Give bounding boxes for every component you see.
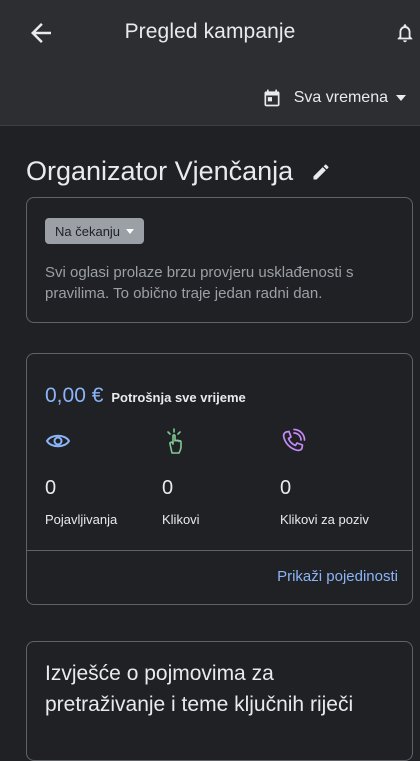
metric-label: Pojavljivanja	[45, 512, 118, 527]
campaign-name: Organizator Vjenčanja	[26, 156, 294, 186]
chevron-down-icon	[396, 94, 406, 101]
campaign-header: Organizator Vjenčanja	[26, 156, 331, 187]
metric-value: 0	[45, 477, 57, 499]
show-details-link[interactable]: Prikaži pojedinosti	[277, 568, 398, 585]
metric-label: Klikovi	[162, 512, 200, 527]
metric-impressions: 0 Pojavljivanja	[45, 428, 117, 527]
metric-value: 0	[280, 477, 292, 499]
metric-label: Klikovi za poziv	[280, 512, 369, 527]
tap-icon	[167, 428, 182, 454]
bell-icon[interactable]	[394, 20, 416, 46]
calendar-icon	[264, 89, 280, 106]
chevron-down-icon	[126, 228, 135, 234]
status-badge[interactable]: Na čekanju	[45, 218, 145, 244]
metric-value: 0	[162, 477, 174, 499]
spend-label: Potrošnja sve vrijeme	[111, 390, 246, 405]
metric-call-clicks: 0 Klikovi za poziv	[280, 428, 369, 527]
spend-summary: 0,00 € Potrošnja sve vrijeme	[45, 384, 246, 408]
date-range-dropdown[interactable]: Sva vremena	[262, 88, 406, 108]
eye-icon	[45, 434, 71, 448]
date-range-label: Sva vremena	[293, 88, 388, 106]
status-description: Svi oglasi prolaze brzu provjeru usklađe…	[45, 264, 354, 302]
app-bar: Pregled kampanje	[0, 0, 420, 70]
phone-call-icon	[282, 428, 306, 452]
status-chip-label: Na čekanju	[55, 223, 121, 239]
stats-card: 0,00 € Potrošnja sve vrijeme 0 Pojavljiv…	[26, 353, 413, 605]
pencil-icon[interactable]	[311, 162, 331, 182]
report-title: Izvješće o pojmovima za pretraživanje i …	[45, 662, 354, 716]
metric-clicks: 0 Klikovi	[162, 428, 200, 527]
divider	[27, 550, 412, 551]
date-filter-bar: Sva vremena	[0, 70, 420, 126]
search-terms-report-card[interactable]: Izvješće o pojmovima za pretraživanje i …	[26, 641, 413, 761]
spend-amount: 0,00 €	[45, 384, 104, 407]
page-title: Pregled kampanje	[124, 20, 296, 43]
status-card: Na čekanju Svi oglasi prolaze brzu provj…	[26, 197, 413, 323]
